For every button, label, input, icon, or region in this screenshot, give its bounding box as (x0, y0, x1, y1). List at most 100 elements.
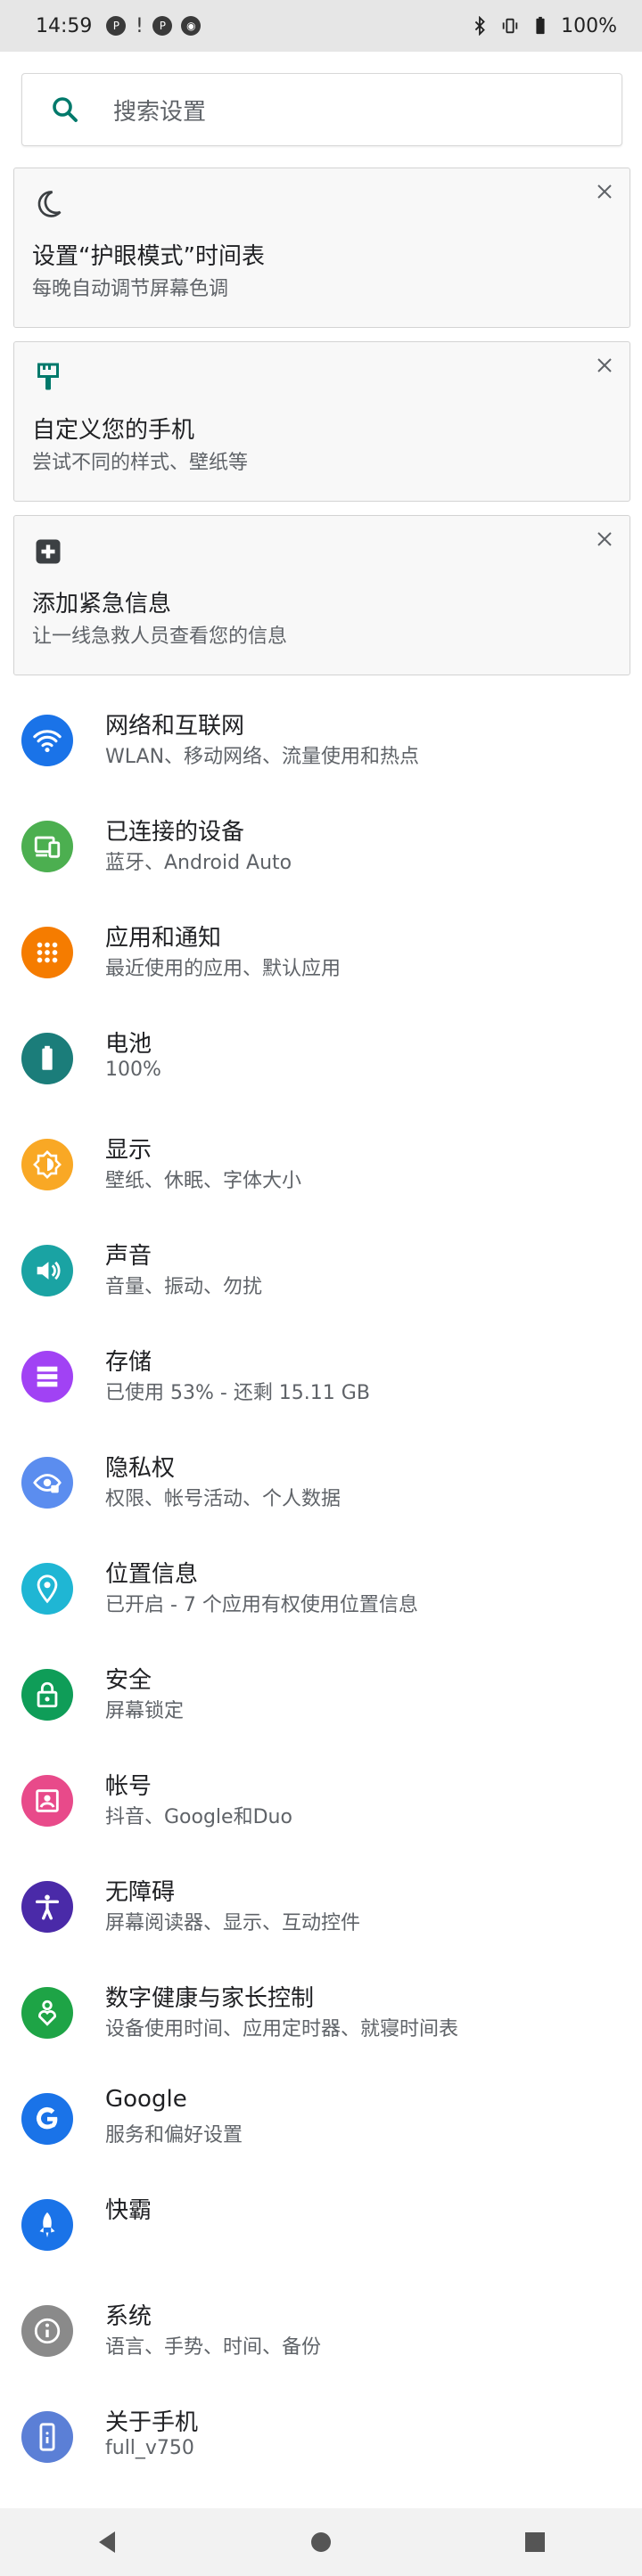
item-title: 帐号 (105, 1773, 152, 1800)
location-pin-icon (21, 1563, 73, 1615)
settings-item-location[interactable]: 位置信息 已开启 - 7 个应用有权使用位置信息 (0, 1536, 642, 1642)
volume-icon (21, 1245, 73, 1296)
item-title: 无障碍 (105, 1879, 176, 1906)
google-icon (21, 2093, 73, 2145)
close-icon[interactable] (594, 181, 615, 202)
search-bar[interactable]: 搜索设置 (21, 73, 622, 146)
item-subtitle: 蓝牙、Android Auto (105, 852, 292, 874)
suggestion-card-night-light[interactable]: 设置“护眼模式”时间表 每晚自动调节屏幕色调 (13, 168, 630, 328)
alert-icon: ! (135, 14, 144, 37)
battery-icon (21, 1033, 73, 1084)
item-title: 存储 (105, 1349, 152, 1376)
item-title: 显示 (105, 1137, 152, 1164)
settings-item-security[interactable]: 安全 屏幕锁定 (0, 1642, 642, 1748)
phone-icon (21, 2411, 73, 2463)
card-title: 设置“护眼模式”时间表 (32, 243, 265, 270)
paintbrush-icon (37, 363, 59, 390)
item-subtitle: full_v750 (105, 2437, 194, 2459)
notification-app-icon: P (106, 16, 127, 36)
status-time: 14:59 (36, 14, 93, 37)
item-subtitle: 壁纸、休眠、字体大小 (105, 1170, 302, 1192)
card-title: 自定义您的手机 (32, 417, 195, 444)
recents-square-icon (525, 2532, 545, 2552)
item-title: 安全 (105, 1667, 152, 1694)
bluetooth-icon (474, 16, 485, 36)
vibrate-icon (502, 18, 518, 34)
notification-app-icon: P (152, 16, 173, 36)
item-subtitle: 屏幕阅读器、显示、互动控件 (105, 1912, 361, 1934)
settings-item-network[interactable]: 网络和互联网 WLAN、移动网络、流量使用和热点 (0, 688, 642, 794)
chrome-icon: ◉ (181, 16, 202, 36)
close-icon[interactable] (594, 355, 615, 376)
settings-item-accessibility[interactable]: 无障碍 屏幕阅读器、显示、互动控件 (0, 1854, 642, 1960)
suggestion-card-emergency[interactable]: 添加紧急信息 让一线急救人员查看您的信息 (13, 515, 630, 675)
settings-item-google[interactable]: Google 服务和偏好设置 (0, 2066, 642, 2172)
item-title: 已连接的设备 (105, 819, 245, 846)
settings-item-about-phone[interactable]: 关于手机 full_v750 (0, 2384, 642, 2490)
accessibility-icon (21, 1881, 73, 1933)
wellbeing-icon (21, 1987, 73, 2039)
storage-icon (21, 1351, 73, 1402)
battery-percent: 100% (561, 14, 617, 37)
item-title: 快霸 (105, 2197, 152, 2224)
item-title: 网络和互联网 (105, 713, 245, 740)
search-placeholder: 搜索设置 (113, 98, 207, 126)
card-subtitle: 每晚自动调节屏幕色调 (32, 278, 229, 300)
settings-item-display[interactable]: 显示 壁纸、休眠、字体大小 (0, 1112, 642, 1218)
battery-status-icon (536, 16, 545, 35)
item-title: 关于手机 (105, 2409, 199, 2436)
settings-item-battery[interactable]: 电池 100% (0, 1006, 642, 1112)
item-subtitle: 音量、振动、勿扰 (105, 1276, 263, 1298)
card-subtitle: 尝试不同的样式、壁纸等 (32, 452, 249, 474)
settings-item-kuaiba[interactable]: 快霸 (0, 2172, 642, 2278)
item-title: Google (105, 2086, 187, 2113)
item-title: 应用和通知 (105, 925, 222, 952)
item-subtitle: 服务和偏好设置 (105, 2124, 243, 2147)
info-icon (21, 2305, 73, 2357)
brightness-icon (21, 1139, 73, 1190)
item-title: 系统 (105, 2303, 152, 2330)
item-subtitle: 已使用 53% - 还剩 15.11 GB (105, 1382, 370, 1404)
item-subtitle: 权限、帐号活动、个人数据 (105, 1488, 342, 1510)
item-subtitle: 语言、手势、时间、备份 (105, 2336, 322, 2359)
settings-item-system[interactable]: 系统 语言、手势、时间、备份 (0, 2278, 642, 2384)
item-subtitle: 屏幕锁定 (105, 1700, 185, 1722)
navigation-bar (0, 2508, 642, 2576)
item-subtitle: 100% (105, 1059, 161, 1081)
search-icon (53, 97, 78, 122)
item-title: 数字健康与家长控制 (105, 1985, 315, 2012)
notification-icons: P ! P ◉ (106, 14, 202, 37)
recents-button[interactable] (482, 2508, 588, 2576)
card-subtitle: 让一线急救人员查看您的信息 (32, 626, 288, 648)
devices-icon (21, 821, 73, 872)
account-box-icon (21, 1775, 73, 1827)
suggestion-card-customize[interactable]: 自定义您的手机 尝试不同的样式、壁纸等 (13, 341, 630, 502)
home-circle-icon (311, 2532, 331, 2552)
lock-icon (21, 1669, 73, 1721)
settings-item-storage[interactable]: 存储 已使用 53% - 还剩 15.11 GB (0, 1324, 642, 1430)
back-button[interactable] (54, 2508, 160, 2576)
home-button[interactable] (268, 2508, 374, 2576)
settings-item-sound[interactable]: 声音 音量、振动、勿扰 (0, 1218, 642, 1324)
privacy-eye-icon (21, 1457, 73, 1509)
item-title: 电池 (105, 1031, 152, 1058)
settings-item-connected-devices[interactable]: 已连接的设备 蓝牙、Android Auto (0, 794, 642, 900)
item-title: 声音 (105, 1243, 152, 1270)
apps-grid-icon (21, 927, 73, 978)
item-title: 隐私权 (105, 1455, 176, 1482)
item-subtitle: 设备使用时间、应用定时器、就寝时间表 (105, 2018, 459, 2040)
item-subtitle: WLAN、移动网络、流量使用和热点 (105, 746, 420, 768)
medical-plus-icon (36, 539, 61, 564)
moon-icon (37, 191, 62, 217)
settings-item-apps[interactable]: 应用和通知 最近使用的应用、默认应用 (0, 900, 642, 1006)
settings-item-privacy[interactable]: 隐私权 权限、帐号活动、个人数据 (0, 1430, 642, 1536)
back-triangle-icon (99, 2531, 115, 2553)
status-bar: 14:59 P ! P ◉ 100% (0, 0, 642, 52)
item-subtitle: 已开启 - 7 个应用有权使用位置信息 (105, 1594, 418, 1616)
settings-item-accounts[interactable]: 帐号 抖音、Google和Duo (0, 1748, 642, 1854)
settings-item-digital-wellbeing[interactable]: 数字健康与家长控制 设备使用时间、应用定时器、就寝时间表 (0, 1960, 642, 2066)
rocket-icon (21, 2199, 73, 2251)
item-subtitle: 抖音、Google和Duo (105, 1806, 292, 1828)
wifi-icon (21, 715, 73, 766)
close-icon[interactable] (594, 528, 615, 550)
